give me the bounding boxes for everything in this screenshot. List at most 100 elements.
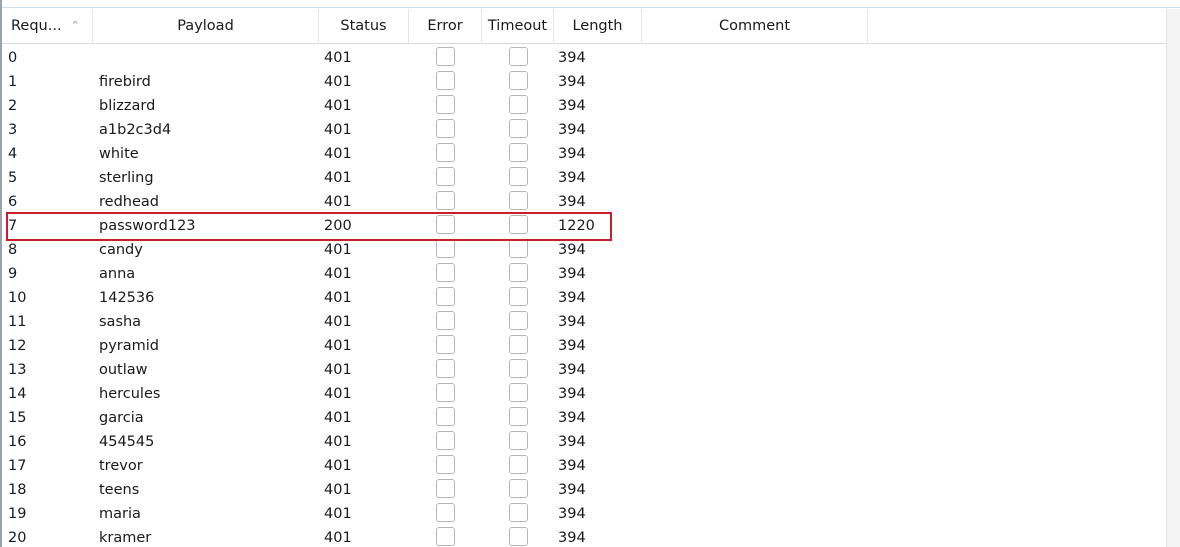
timeout-checkbox[interactable]	[509, 335, 528, 354]
cell-payload: sterling	[99, 170, 154, 186]
error-checkbox[interactable]	[436, 95, 455, 114]
cell-request: 17	[8, 458, 27, 474]
table-row[interactable]: 0 401 394	[2, 46, 1166, 70]
error-checkbox[interactable]	[436, 311, 455, 330]
timeout-checkbox[interactable]	[509, 431, 528, 450]
error-checkbox[interactable]	[436, 527, 455, 546]
timeout-checkbox[interactable]	[509, 287, 528, 306]
error-checkbox[interactable]	[436, 119, 455, 138]
timeout-checkbox[interactable]	[509, 95, 528, 114]
table-row[interactable]: 7 password123 200 1220	[2, 214, 1166, 238]
timeout-checkbox[interactable]	[509, 239, 528, 258]
timeout-checkbox[interactable]	[509, 119, 528, 138]
cell-length: 1220	[558, 218, 595, 234]
cell-status: 401	[324, 74, 352, 90]
column-header-length[interactable]: Length	[554, 9, 642, 43]
cell-length: 394	[558, 458, 586, 474]
timeout-checkbox[interactable]	[509, 359, 528, 378]
error-checkbox[interactable]	[436, 263, 455, 282]
cell-request: 18	[8, 482, 27, 498]
table-row[interactable]: 11 sasha 401 394	[2, 310, 1166, 334]
error-checkbox[interactable]	[436, 383, 455, 402]
timeout-checkbox[interactable]	[509, 47, 528, 66]
column-header-request[interactable]: Requ... ⌃	[2, 9, 93, 43]
timeout-checkbox[interactable]	[509, 215, 528, 234]
timeout-checkbox[interactable]	[509, 143, 528, 162]
cell-status: 401	[324, 338, 352, 354]
error-checkbox[interactable]	[436, 503, 455, 522]
error-checkbox[interactable]	[436, 191, 455, 210]
cell-request: 12	[8, 338, 27, 354]
table-row[interactable]: 3 a1b2c3d4 401 394	[2, 118, 1166, 142]
timeout-checkbox[interactable]	[509, 191, 528, 210]
table-row[interactable]: 16 454545 401 394	[2, 430, 1166, 454]
cell-status: 401	[324, 146, 352, 162]
column-header-payload[interactable]: Payload	[93, 9, 319, 43]
error-checkbox[interactable]	[436, 215, 455, 234]
cell-payload: anna	[99, 266, 136, 282]
timeout-checkbox[interactable]	[509, 311, 528, 330]
cell-request: 14	[8, 386, 27, 402]
cell-length: 394	[558, 386, 586, 402]
column-header-comment[interactable]: Comment	[642, 9, 868, 43]
table-row[interactable]: 5 sterling 401 394	[2, 166, 1166, 190]
table-row[interactable]: 2 blizzard 401 394	[2, 94, 1166, 118]
table-row[interactable]: 1 firebird 401 394	[2, 70, 1166, 94]
cell-status: 401	[324, 122, 352, 138]
table-row[interactable]: 18 teens 401 394	[2, 478, 1166, 502]
cell-length: 394	[558, 410, 586, 426]
cell-status: 401	[324, 170, 352, 186]
error-checkbox[interactable]	[436, 167, 455, 186]
error-checkbox[interactable]	[436, 479, 455, 498]
timeout-checkbox[interactable]	[509, 263, 528, 282]
cell-request: 11	[8, 314, 27, 330]
table-row[interactable]: 20 kramer 401 394	[2, 526, 1166, 547]
timeout-checkbox[interactable]	[509, 71, 528, 90]
vertical-scrollbar[interactable]	[1166, 9, 1180, 547]
timeout-checkbox[interactable]	[509, 527, 528, 546]
column-header-error[interactable]: Error	[409, 9, 482, 43]
cell-request: 7	[8, 218, 18, 234]
error-checkbox[interactable]	[436, 239, 455, 258]
timeout-checkbox[interactable]	[509, 479, 528, 498]
column-header-status[interactable]: Status	[319, 9, 409, 43]
error-checkbox[interactable]	[436, 143, 455, 162]
timeout-checkbox[interactable]	[509, 383, 528, 402]
error-checkbox[interactable]	[436, 287, 455, 306]
cell-length: 394	[558, 242, 586, 258]
error-checkbox[interactable]	[436, 335, 455, 354]
timeout-checkbox[interactable]	[509, 407, 528, 426]
column-header-timeout[interactable]: Timeout	[482, 9, 554, 43]
cell-request: 2	[8, 98, 18, 114]
timeout-checkbox[interactable]	[509, 455, 528, 474]
cell-request: 4	[8, 146, 18, 162]
cell-request: 3	[8, 122, 18, 138]
cell-payload: trevor	[99, 458, 143, 474]
table-row[interactable]: 9 anna 401 394	[2, 262, 1166, 286]
table-row[interactable]: 17 trevor 401 394	[2, 454, 1166, 478]
table-row[interactable]: 4 white 401 394	[2, 142, 1166, 166]
cell-payload: maria	[99, 506, 141, 522]
table-row[interactable]: 8 candy 401 394	[2, 238, 1166, 262]
cell-length: 394	[558, 530, 586, 546]
timeout-checkbox[interactable]	[509, 503, 528, 522]
error-checkbox[interactable]	[436, 407, 455, 426]
error-checkbox[interactable]	[436, 359, 455, 378]
timeout-checkbox[interactable]	[509, 167, 528, 186]
table-row[interactable]: 14 hercules 401 394	[2, 382, 1166, 406]
error-checkbox[interactable]	[436, 455, 455, 474]
table-row[interactable]: 15 garcia 401 394	[2, 406, 1166, 430]
error-checkbox[interactable]	[436, 431, 455, 450]
table-row[interactable]: 19 maria 401 394	[2, 502, 1166, 526]
cell-payload: garcia	[99, 410, 144, 426]
table-row[interactable]: 10 142536 401 394	[2, 286, 1166, 310]
error-checkbox[interactable]	[436, 47, 455, 66]
table-row[interactable]: 6 redhead 401 394	[2, 190, 1166, 214]
cell-request: 16	[8, 434, 27, 450]
cell-status: 401	[324, 458, 352, 474]
cell-payload: outlaw	[99, 362, 148, 378]
table-row[interactable]: 13 outlaw 401 394	[2, 358, 1166, 382]
cell-length: 394	[558, 362, 586, 378]
table-row[interactable]: 12 pyramid 401 394	[2, 334, 1166, 358]
error-checkbox[interactable]	[436, 71, 455, 90]
